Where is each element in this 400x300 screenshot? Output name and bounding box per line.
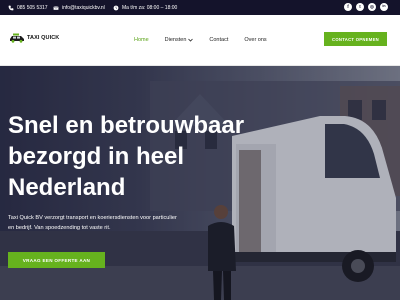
email-contact[interactable]: info@taxiquickbv.nl [53,0,105,15]
email-address: info@taxiquickbv.nl [62,4,105,11]
logo[interactable]: TAXI QUICK [9,33,59,43]
social-links: f t ◎ in [344,3,388,11]
chevron-down-icon [188,38,194,42]
twitter-icon[interactable]: t [356,3,364,11]
nav-label: Home [134,37,149,43]
nav-item-over-ons[interactable]: Over ons [244,37,266,43]
contact-button[interactable]: CONTACT OPNEMEN [324,32,387,46]
opening-hours: Ma t/m za: 08:00 – 18:00 [113,0,177,15]
mail-icon [53,5,59,10]
nav-label: Over ons [244,37,267,43]
hero-section: Snel en betrouwbaar bezorgd in heel Nede… [0,66,400,300]
phone-icon [8,5,14,10]
facebook-icon[interactable]: f [344,3,352,11]
hero-subtitle-line: en bedrijf. Van spoedzending tot vaste r… [8,225,111,231]
phone-contact[interactable]: 085 505 5317 [8,0,48,15]
site-header: TAXI QUICK Home Diensten Contact Over on… [0,15,400,66]
top-bar: 085 505 5317 info@taxiquickbv.nl Ma t/m … [0,0,400,15]
linkedin-icon[interactable]: in [380,3,388,11]
nav-item-diensten[interactable]: Diensten [165,37,194,43]
nav-item-contact[interactable]: Contact [209,37,228,43]
taxi-car-icon [10,33,24,43]
hero-title-line: Snel en betrouwbaar [8,112,245,139]
quote-request-button[interactable]: VRAAG EEN OFFERTE AAN [8,252,105,268]
hero-title-line: Nederland [8,174,126,201]
main-nav: Home Diensten Contact Over ons [134,34,283,46]
clock-icon [113,5,119,10]
logo-text: TAXI QUICK [27,35,60,41]
instagram-icon[interactable]: ◎ [368,3,376,11]
hero-subtitle: Taxi Quick BV verzorgt transport en koer… [8,213,228,233]
hero-subtitle-line: Taxi Quick BV verzorgt transport en koer… [8,215,177,221]
hero-title: Snel en betrouwbaar bezorgd in heel Nede… [8,110,258,203]
hero-title-line: bezorgd in heel [8,143,185,170]
hours-text: Ma t/m za: 08:00 – 18:00 [122,4,178,11]
nav-item-home[interactable]: Home [134,37,149,43]
phone-number: 085 505 5317 [17,4,48,11]
nav-label: Contact [209,37,229,43]
nav-label: Diensten [164,37,187,43]
